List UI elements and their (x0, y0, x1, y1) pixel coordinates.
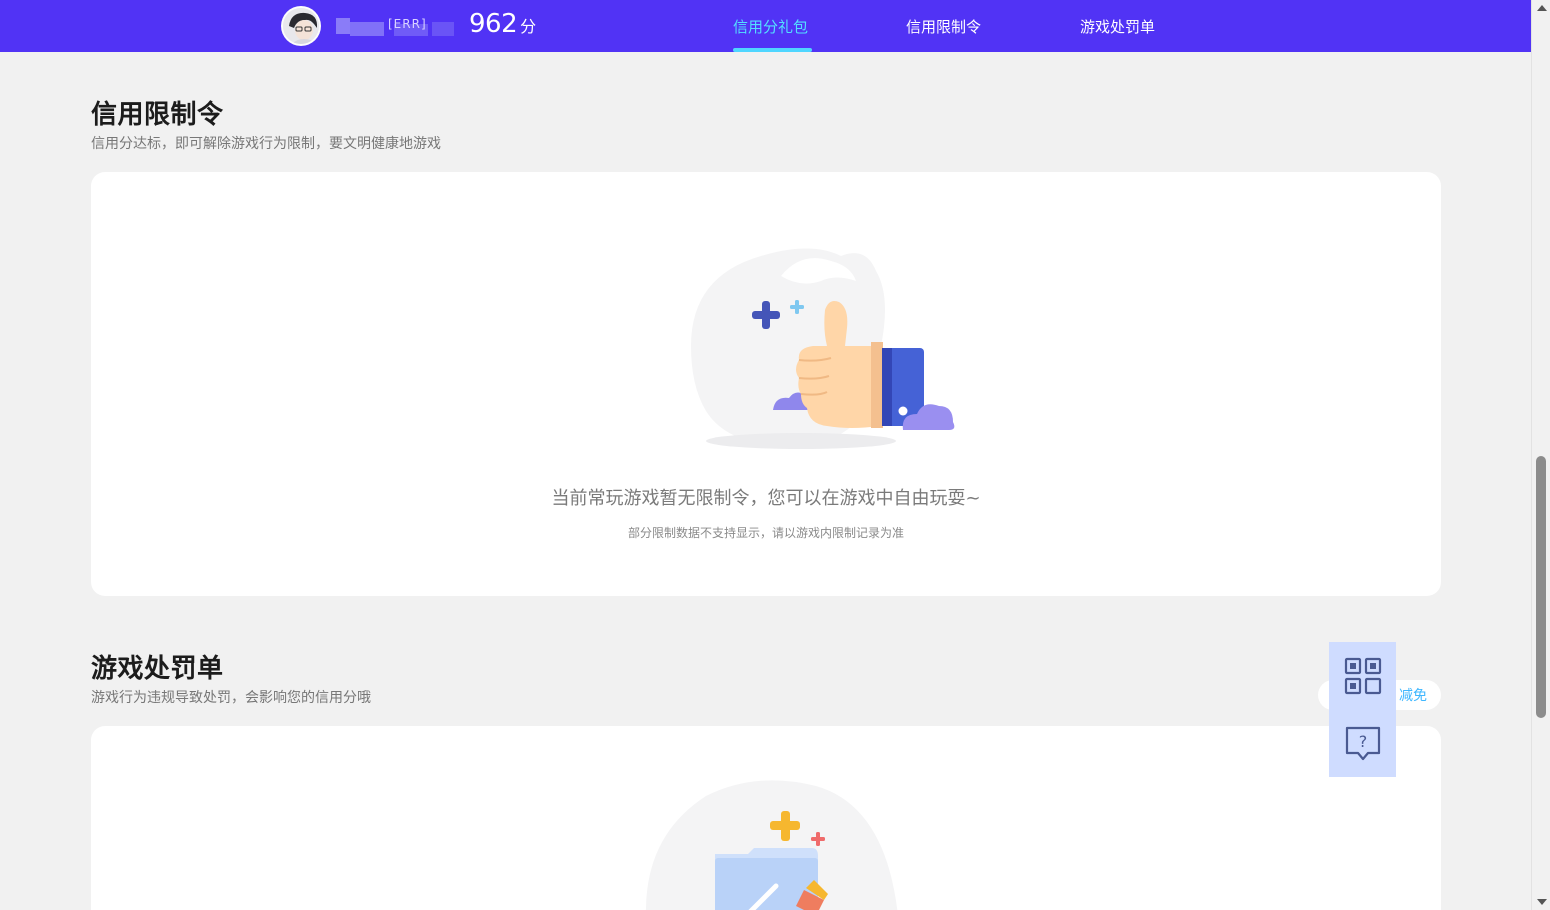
scroll-up-arrow[interactable] (1537, 5, 1547, 11)
user-avatar[interactable] (281, 6, 321, 46)
folder-illustration (646, 780, 898, 910)
qr-code-icon (1344, 657, 1381, 694)
thumbs-up-illustration (691, 248, 955, 449)
credit-score-value: 962 (469, 9, 518, 39)
page-viewport: [ERR] 962 分 信用分礼包 信用限制令 游戏处罚单 信用限制令 信用分达… (0, 0, 1550, 910)
penalty-card (91, 726, 1441, 910)
penalty-reduction-link[interactable]: 减免 (1399, 685, 1427, 705)
username-masked: [ERR] (336, 14, 460, 38)
penalty-section-subtitle: 游戏行为违规导致处罚，会影响您的信用分哦 (91, 690, 371, 706)
username-text: [ERR] (388, 17, 427, 31)
restriction-empty-message: 当前常玩游戏暂无限制令，您可以在游戏中自由玩耍~ (551, 488, 981, 509)
restriction-section-subtitle: 信用分达标，即可解除游戏行为限制，要文明健康地游戏 (91, 136, 441, 152)
floating-toolbar: ? (1329, 642, 1396, 777)
restriction-section-title: 信用限制令 (91, 100, 224, 130)
top-nav-bar: [ERR] 962 分 信用分礼包 信用限制令 游戏处罚单 (0, 0, 1531, 52)
scroll-thumb[interactable] (1536, 456, 1546, 718)
credit-score-unit: 分 (520, 17, 537, 36)
penalty-section-title: 游戏处罚单 (91, 654, 224, 684)
help-chat-icon: ? (1345, 726, 1380, 760)
credit-score: 962 分 (469, 9, 536, 39)
tab-credit-restriction[interactable]: 信用限制令 (906, 16, 981, 37)
tab-game-penalty[interactable]: 游戏处罚单 (1080, 16, 1155, 37)
svg-text:?: ? (1358, 732, 1367, 751)
tab-credit-gift[interactable]: 信用分礼包 (733, 16, 808, 37)
page-scrollbar[interactable] (1531, 0, 1550, 910)
qr-code-button[interactable] (1329, 642, 1396, 709)
help-feedback-button[interactable]: ? (1329, 709, 1396, 776)
avatar-image (283, 8, 319, 44)
active-tab-indicator (733, 48, 812, 52)
restriction-card: 当前常玩游戏暂无限制令，您可以在游戏中自由玩耍~ 部分限制数据不支持显示，请以游… (91, 172, 1441, 596)
restriction-empty-note: 部分限制数据不支持显示，请以游戏内限制记录为准 (627, 526, 904, 540)
scroll-down-arrow[interactable] (1537, 899, 1547, 905)
